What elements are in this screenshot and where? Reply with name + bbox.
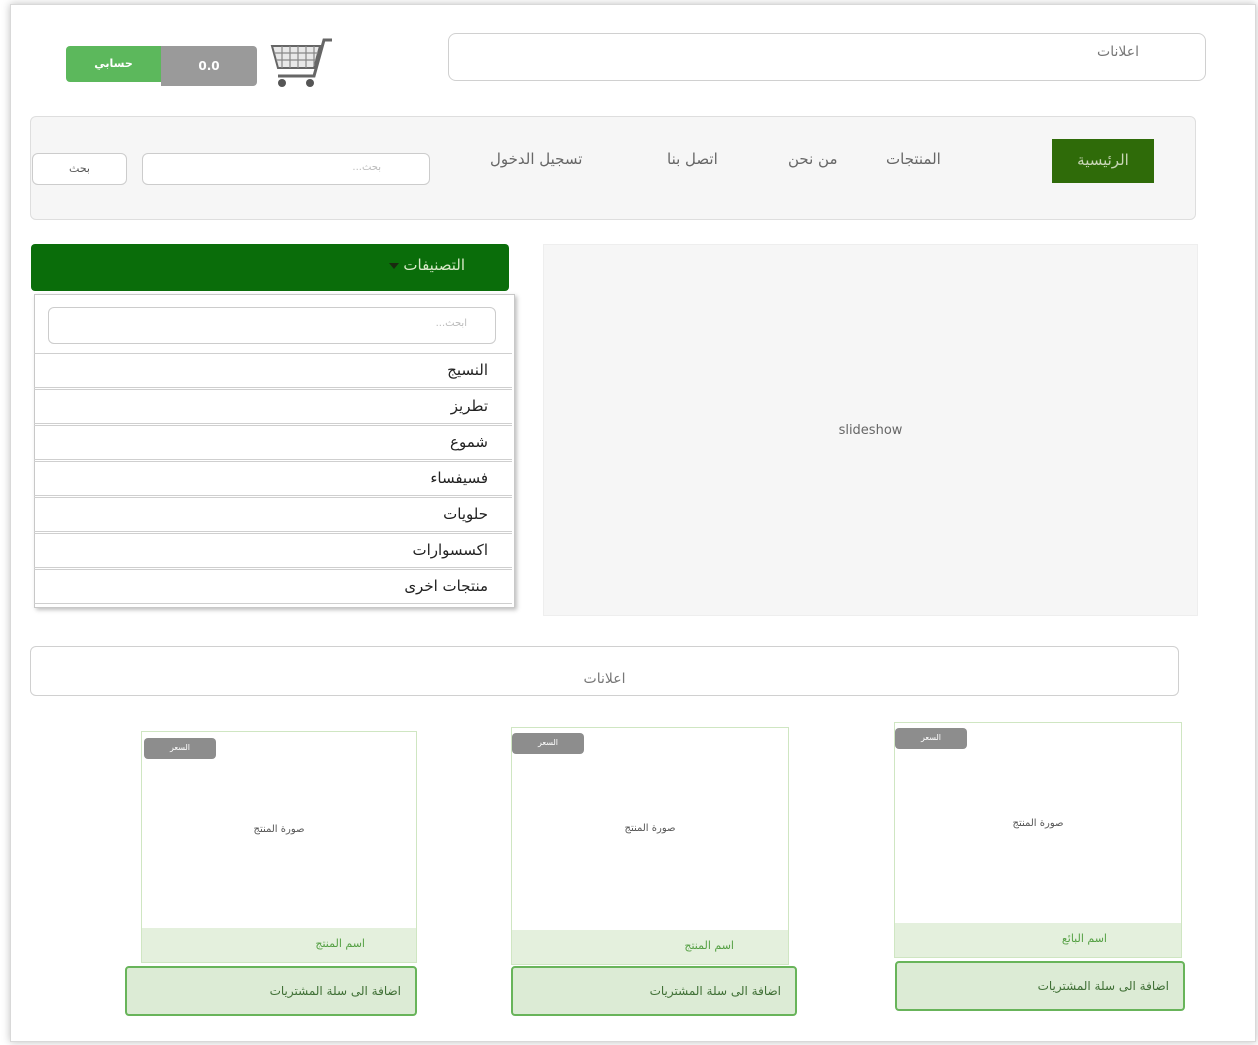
category-item-sweets[interactable]: حلويات [34, 497, 512, 532]
product-name[interactable]: اسم المنتج [142, 928, 416, 962]
nav-login[interactable]: تسجيل الدخول [490, 150, 582, 168]
categories-dropdown-toggle[interactable]: التصنيفات [31, 244, 509, 291]
product-card[interactable]: السعر صورة المنتج اسم البائع [894, 722, 1182, 958]
price-badge: السعر [512, 733, 584, 754]
price-badge: السعر [895, 728, 967, 749]
add-to-cart-button[interactable]: اضافة الى سلة المشتريات [895, 961, 1185, 1011]
product-name[interactable]: اسم المنتج [512, 930, 788, 964]
nav-home[interactable]: الرئيسية [1052, 139, 1154, 183]
categories-title: التصنيفات [403, 256, 465, 274]
product-image: صورة المنتج [624, 823, 676, 834]
nav-search-button[interactable]: بحث [32, 153, 127, 185]
slideshow-label: slideshow [838, 423, 903, 438]
ads-bar-label: اعلانات [583, 671, 626, 687]
product-image: صورة المنتج [253, 824, 305, 835]
product-card[interactable]: السعر صورة المنتج اسم المنتج [511, 727, 789, 965]
shopping-cart-icon[interactable] [268, 36, 334, 90]
caret-down-icon [388, 262, 399, 269]
add-to-cart-button[interactable]: اضافة الى سلة المشتريات [511, 966, 797, 1016]
nav-contact-us[interactable]: اتصل بنا [667, 150, 718, 168]
top-ads-label: اعلانات [1097, 44, 1139, 60]
category-item-accessories[interactable]: اكسسوارات [34, 533, 512, 568]
category-item-other-products[interactable]: منتجات اخرى [34, 569, 512, 604]
add-to-cart-button[interactable]: اضافة الى سلة المشتريات [125, 966, 417, 1016]
ads-bar: اعلانات [30, 646, 1179, 696]
category-item-textile[interactable]: النسيج [34, 353, 512, 388]
nav-products[interactable]: المنتجات [886, 150, 941, 168]
categories-list: النسيج تطريز شموع فسيفساء حلويات اكسسوار… [34, 353, 512, 605]
top-ads-box: اعلانات [448, 33, 1206, 81]
categories-search-input[interactable]: ابحث... [48, 307, 496, 344]
nav-search-input[interactable]: بحث... [142, 153, 430, 185]
slideshow[interactable]: slideshow [543, 244, 1198, 616]
price-badge: السعر [144, 738, 216, 759]
category-item-embroidery[interactable]: تطريز [34, 389, 512, 424]
category-item-mosaic[interactable]: فسيفساء [34, 461, 512, 496]
cart-balance[interactable]: 0.0 [161, 46, 257, 86]
product-image: صورة المنتج [1012, 818, 1064, 829]
my-account-button[interactable]: حسابي [66, 46, 161, 82]
category-item-candles[interactable]: شموع [34, 425, 512, 460]
product-seller-name[interactable]: اسم البائع [895, 923, 1181, 957]
nav-about-us[interactable]: من نحن [788, 150, 838, 168]
product-card[interactable]: السعر صورة المنتج اسم المنتج [141, 731, 417, 963]
